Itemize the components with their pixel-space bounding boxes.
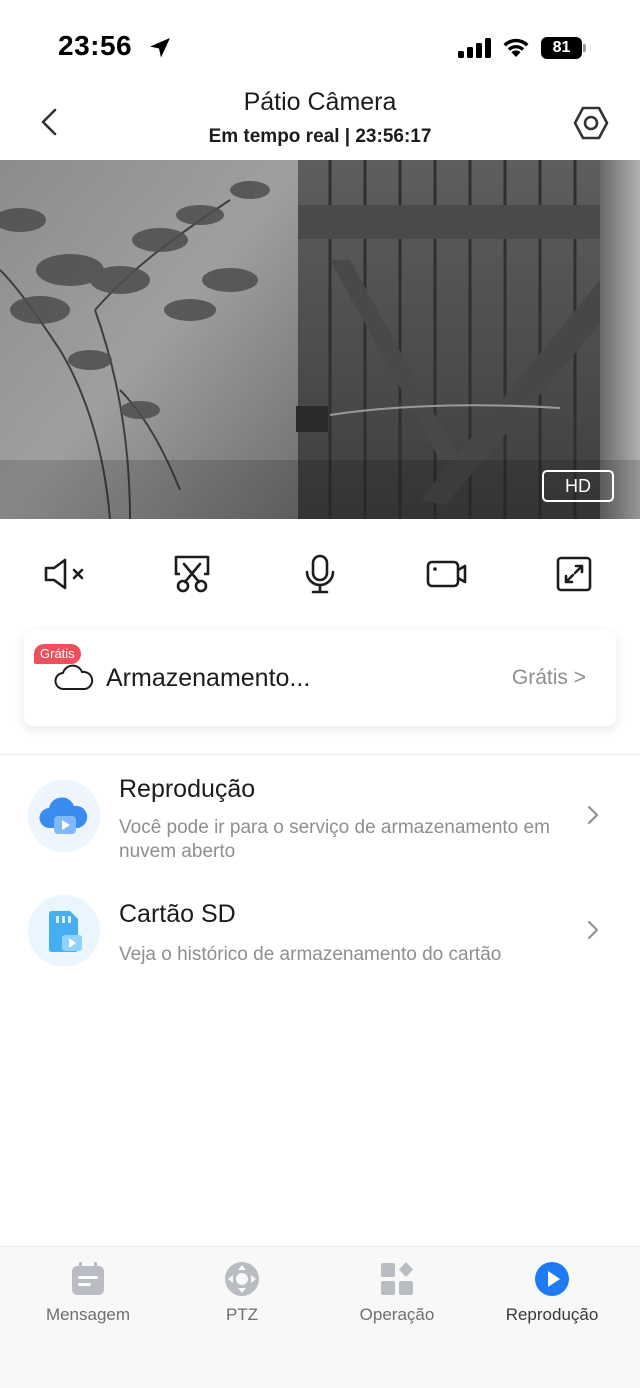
tab-label: Operação — [359, 1305, 435, 1324]
tab-mensagem[interactable]: Mensagem — [8, 1261, 168, 1341]
sd-card-title: Cartão SD — [119, 900, 236, 928]
fullscreen-icon — [556, 556, 592, 592]
speaker-muted-icon — [44, 558, 84, 590]
camera-scene — [0, 160, 640, 519]
battery-indicator: 81 — [541, 37, 587, 59]
quality-hd-button[interactable]: HD — [542, 470, 614, 502]
sd-card-icon — [49, 911, 82, 952]
wifi-icon — [503, 38, 529, 57]
playback-title: Reprodução — [119, 775, 256, 803]
screenshot-button[interactable] — [166, 548, 218, 600]
back-chevron-icon[interactable] — [34, 106, 66, 138]
list-item-playback[interactable]: Reprodução Você pode ir para o serviço d… — [0, 772, 640, 872]
list-item-sd-card[interactable]: Cartão SD Veja o histórico de armazename… — [0, 894, 640, 984]
battery-level: 81 — [552, 39, 571, 56]
chevron-right-icon — [588, 806, 598, 824]
tab-operacao[interactable]: Operação — [317, 1261, 477, 1341]
video-controls — [0, 540, 640, 604]
message-icon — [70, 1261, 106, 1297]
cloud-storage-status[interactable]: Grátis > — [512, 666, 586, 690]
chevron-right-icon — [588, 921, 598, 939]
microphone-button[interactable] — [294, 548, 346, 600]
free-badge: Grátis — [34, 644, 81, 664]
tab-reproducao[interactable]: Reprodução — [472, 1261, 632, 1341]
cloud-playback-icon — [39, 797, 88, 834]
live-timestamp: Em tempo real | 23:56:17 — [208, 126, 432, 147]
camera-video-feed[interactable]: HD — [0, 160, 640, 519]
settings-hexagon-icon[interactable] — [572, 104, 610, 142]
location-arrow-icon — [150, 38, 170, 58]
tab-ptz[interactable]: PTZ — [162, 1261, 322, 1341]
sd-card-description: Veja o histórico de armazenamento do car… — [119, 944, 502, 965]
playback-icon — [534, 1261, 570, 1297]
cellular-signal-icon — [458, 38, 491, 58]
sd-card-icon-wrap — [28, 895, 100, 967]
microphone-icon — [305, 554, 335, 594]
cloud-playback-icon-wrap — [28, 780, 100, 852]
page-title: Pátio Câmera — [243, 88, 397, 116]
tab-label: PTZ — [225, 1305, 259, 1324]
fullscreen-button[interactable] — [548, 548, 600, 600]
tab-label: Reprodução — [505, 1305, 599, 1324]
cloud-icon — [54, 664, 94, 690]
screenshot-scissors-icon — [174, 555, 210, 593]
operation-icon — [379, 1261, 415, 1297]
video-record-icon — [426, 560, 467, 588]
cloud-storage-card[interactable]: Grátis Armazenamento... Grátis > — [24, 630, 616, 726]
tab-label: Mensagem — [45, 1305, 131, 1324]
ptz-icon — [224, 1261, 260, 1297]
bottom-tab-bar: Mensagem PTZ Operação Reprodução — [0, 1246, 640, 1388]
status-bar: 23:56 81 — [0, 0, 640, 90]
section-divider — [0, 754, 640, 755]
mute-button[interactable] — [40, 548, 92, 600]
status-time: 23:56 — [58, 30, 133, 61]
record-button[interactable] — [421, 548, 473, 600]
playback-description: Você pode ir para o serviço de armazenam… — [119, 817, 550, 862]
cloud-storage-label: Armazenamento... — [106, 664, 311, 692]
